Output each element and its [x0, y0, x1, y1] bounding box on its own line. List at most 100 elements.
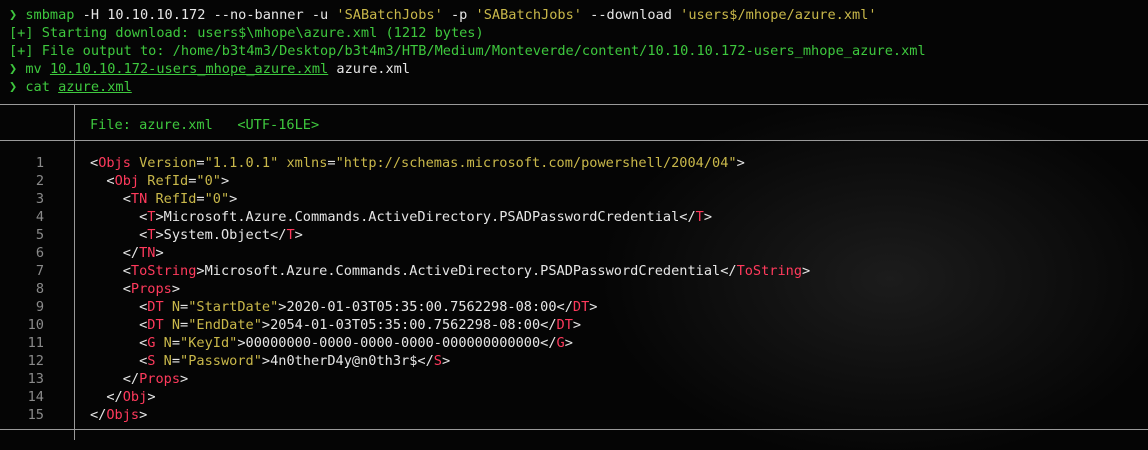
line-number: 1 [35, 155, 44, 171]
xml-text: >4n0therD4y@n0th3r$</ [261, 353, 434, 369]
xml-text: >System.Object</ [155, 227, 287, 243]
xml-text: >Microsoft.Azure.Commands.ActiveDirector… [196, 263, 737, 279]
xml-attribute-value: "1.1.0.1" [204, 155, 279, 171]
line-number: 3 [35, 191, 44, 207]
divider [0, 429, 1148, 430]
code-line: 14 </Obj> [0, 388, 1148, 406]
code-line: 11 < G N="KeyId">00000000-0000-0000-0000-… [0, 334, 1148, 352]
xml-tag-name: Obj [122, 389, 148, 405]
xml-text: </ [90, 407, 107, 423]
xml-text: = [196, 191, 205, 207]
xml-attribute-value: "StartDate" [188, 299, 279, 315]
code-content: <T>System.Object</T> [90, 226, 303, 244]
xml-tag-name: Objs [106, 407, 140, 423]
xml-attribute: Version [130, 155, 197, 171]
code-content: <Obj RefId="0"> [90, 172, 229, 190]
file-header: File: azure.xml <UTF-16LE> [90, 117, 320, 133]
command-download-flag: --download [581, 7, 681, 23]
xml-text: < [90, 335, 148, 351]
code-content: <Objs Version="1.1.0.1" xmlns="http://sc… [90, 154, 745, 172]
xml-text: > [589, 299, 598, 315]
xml-text: > [294, 227, 303, 243]
code-content: <DT N="EndDate">2054-01-03T05:35:00.7562… [90, 316, 581, 334]
xml-tag-name: DT [572, 299, 590, 315]
xml-text: < [90, 353, 148, 369]
xml-tag-name: T [286, 227, 295, 243]
xml-tag-name: ToString [130, 263, 197, 279]
xml-tag-name: TN [139, 245, 156, 261]
xml-text: > [155, 245, 164, 261]
xml-attribute: N [155, 353, 172, 369]
xml-text: > [180, 371, 189, 387]
command-args: -H 10.10.10.172 --no-banner -u [74, 7, 337, 23]
xml-text: >2020-01-03T05:35:00.7562298-08:00</ [278, 299, 573, 315]
xml-text: = [180, 299, 189, 315]
xml-text: > [441, 353, 451, 369]
xml-text: >00000000-0000-0000-0000-000000000000</ [237, 335, 557, 351]
code-line: 5 <T>System.Object</T> [0, 226, 1148, 244]
command-pass-flag: -p [442, 7, 476, 23]
xml-attribute-value: "0" [204, 191, 230, 207]
xml-tag-name: DT [147, 299, 164, 315]
command-name: cat [25, 79, 50, 95]
xml-attribute: RefId [139, 173, 189, 189]
xml-tag-name: T [695, 209, 704, 225]
code-content: </Obj> [90, 388, 156, 406]
command-line-smbmap[interactable]: ❯ smbmap -H 10.10.10.172 --no-banner -u … [0, 6, 1148, 24]
line-number: 12 [27, 353, 44, 369]
xml-text: > [229, 191, 238, 207]
xml-tag-name: Props [139, 371, 181, 387]
xml-attribute-value: "KeyId" [180, 335, 238, 351]
xml-text: > [572, 317, 582, 333]
xml-attribute: N [155, 335, 172, 351]
xml-text: < [90, 209, 148, 225]
line-number: 5 [35, 227, 44, 243]
xml-text: > [147, 389, 156, 405]
line-number: 9 [35, 299, 44, 315]
line-number: 6 [35, 245, 44, 261]
xml-tag-name: DT [147, 317, 164, 333]
gutter-divider [74, 104, 75, 140]
xml-text: < [90, 281, 131, 297]
code-line: 15 </Objs> [0, 406, 1148, 424]
gutter-divider [74, 429, 75, 440]
command-name: mv [25, 61, 42, 77]
xml-tag-name: S [433, 353, 442, 369]
xml-tag-name: Obj [114, 173, 140, 189]
code-content: < T>Microsoft.Azure.Commands.ActiveDirect… [90, 208, 712, 226]
command-name: smbmap [25, 7, 75, 23]
code-content: <Props> [90, 280, 180, 298]
command-user-arg: 'SABatchJobs' [336, 7, 443, 23]
line-number: 11 [27, 335, 44, 351]
xml-tag-name: Props [130, 281, 172, 297]
command-line-cat[interactable]: ❯ cat azure.xml [0, 78, 1148, 96]
code-line: 2 <Obj RefId="0"> [0, 172, 1148, 190]
xml-attribute: N [163, 299, 181, 315]
code-block: 1 <Objs Version="1.1.0.1" xmlns="http://s… [0, 154, 1148, 424]
command-pass-arg: 'SABatchJobs' [475, 7, 582, 23]
xml-attribute-value: "http://schemas.microsoft.com/powershell… [335, 155, 737, 171]
xml-text: = [180, 317, 189, 333]
xml-text: >Microsoft.Azure.Commands.ActiveDirector… [155, 209, 696, 225]
line-number: 4 [35, 209, 44, 225]
xml-attribute-value: "0" [196, 173, 221, 189]
code-line: 7 <ToString>Microsoft.Azure.Commands.Act… [0, 262, 1148, 280]
code-line: 3 <TN RefId="0"> [0, 190, 1148, 208]
prompt-icon: ❯ [9, 7, 18, 23]
prompt-icon: ❯ [9, 79, 18, 95]
code-content: <TN RefId="0"> [90, 190, 238, 208]
code-content: <DT N="StartDate">2020-01-03T05:35:00.75… [90, 298, 597, 316]
xml-text: < [90, 191, 131, 207]
code-line: 1 <Objs Version="1.1.0.1" xmlns="http://s… [0, 154, 1148, 172]
xml-tag-name: ToString [736, 263, 803, 279]
xml-text: = [196, 155, 205, 171]
file-path-link[interactable]: azure.xml [58, 79, 132, 95]
code-line: 9 <DT N="StartDate">2020-01-03T05:35:00.… [0, 298, 1148, 316]
file-path-link[interactable]: 10.10.10.172-users_mhope_azure.xml [50, 61, 328, 77]
xml-text: = [327, 155, 336, 171]
xml-tag-name: Objs [98, 155, 131, 171]
command-line-mv[interactable]: ❯ mv 10.10.10.172-users_mhope_azure.xml … [0, 60, 1148, 78]
code-content: <ToString>Microsoft.Azure.Commands.Activ… [90, 262, 811, 280]
prompt-icon: ❯ [9, 61, 18, 77]
bat-file-viewer: File: azure.xml <UTF-16LE> 1 <Objs Versio… [0, 104, 1148, 440]
